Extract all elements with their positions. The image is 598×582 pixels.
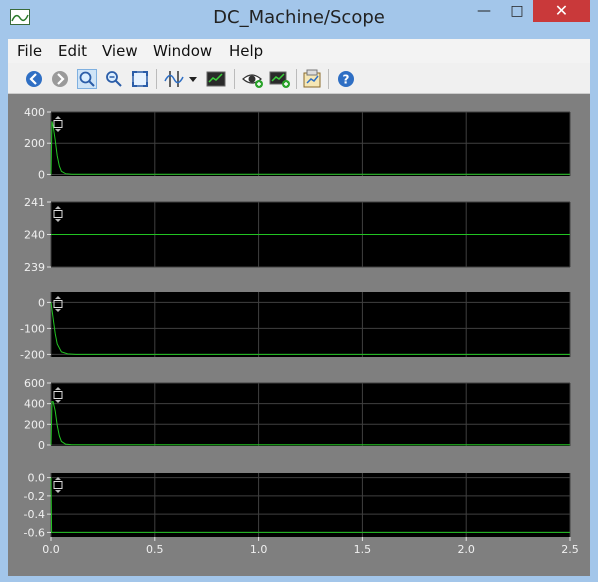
x-tick-label: 1.0 — [250, 543, 268, 556]
y-tick-label: -0.6 — [24, 526, 45, 539]
axes-3-background[interactable] — [51, 292, 570, 357]
y-tick-label: -200 — [20, 348, 45, 361]
y-tick-label: 0 — [38, 439, 45, 452]
axes-5-background[interactable] — [51, 473, 570, 537]
cursor-measure-icon[interactable] — [164, 69, 184, 89]
y-tick-label: 0 — [38, 296, 45, 309]
y-tick-label: 600 — [24, 377, 45, 390]
zoom-in-icon[interactable] — [77, 69, 97, 89]
y-tick-label: 0 — [38, 168, 45, 181]
svg-text:?: ? — [343, 73, 350, 87]
save-axes-icon[interactable] — [302, 69, 322, 89]
y-tick-label: -0.4 — [24, 508, 45, 521]
maximize-button[interactable]: □ — [503, 0, 531, 22]
toolbar-separator — [234, 69, 235, 89]
scope-axes-svg: 400 200 0 241 240 239 0 -100 -200 600 400 200 0 0.0 -0… — [20, 106, 579, 556]
x-tick-label: 2.5 — [561, 543, 579, 556]
x-tick-label: 0.5 — [146, 543, 164, 556]
y-tick-label: 200 — [24, 137, 45, 150]
toolbar: ? — [8, 63, 590, 94]
y-tick-label: -0.2 — [24, 490, 45, 503]
menu-window[interactable]: Window — [153, 42, 212, 60]
x-tick-label: 0.0 — [42, 543, 60, 556]
title-bar[interactable]: DC_Machine/Scope — □ ✕ — [0, 0, 598, 36]
close-button[interactable]: ✕ — [533, 0, 590, 22]
axes-4-background[interactable] — [51, 383, 570, 446]
menu-edit[interactable]: Edit — [58, 42, 87, 60]
menu-view[interactable]: View — [102, 42, 138, 60]
scope-params-icon[interactable] — [206, 69, 226, 89]
forward-icon[interactable] — [50, 69, 70, 89]
dropdown-icon[interactable] — [188, 69, 198, 89]
y-tick-label: 240 — [24, 229, 45, 242]
autoscale-icon[interactable] — [130, 69, 150, 89]
toolbar-separator — [328, 69, 329, 89]
zoom-out-icon[interactable] — [104, 69, 124, 89]
y-tick-label: 400 — [24, 398, 45, 411]
minimize-button[interactable]: — — [470, 0, 498, 22]
toolbar-separator — [156, 69, 157, 89]
x-tick-label: 1.5 — [354, 543, 372, 556]
y-tick-label: 241 — [24, 196, 45, 209]
axes-1-background[interactable] — [51, 112, 570, 176]
back-icon[interactable] — [24, 69, 44, 89]
y-tick-label: 239 — [24, 261, 45, 274]
y-tick-label: 200 — [24, 418, 45, 431]
menu-bar: File Edit View Window Help — [8, 39, 590, 63]
scope-window: DC_Machine/Scope — □ ✕ File Edit View Wi… — [0, 0, 598, 582]
add-signal-icon[interactable] — [269, 69, 290, 89]
toolbar-separator — [296, 69, 297, 89]
scope-plot-area: 400 200 0 241 240 239 0 -100 -200 600 400 200 0 0.0 -0… — [8, 94, 590, 576]
menu-file[interactable]: File — [17, 42, 42, 60]
help-icon[interactable]: ? — [336, 69, 356, 89]
y-tick-label: -100 — [20, 322, 45, 335]
y-tick-label: 0.0 — [28, 472, 46, 485]
x-tick-label: 2.0 — [457, 543, 475, 556]
menu-help[interactable]: Help — [229, 42, 263, 60]
y-tick-label: 400 — [24, 106, 45, 119]
signal-visibility-icon[interactable] — [242, 69, 263, 89]
